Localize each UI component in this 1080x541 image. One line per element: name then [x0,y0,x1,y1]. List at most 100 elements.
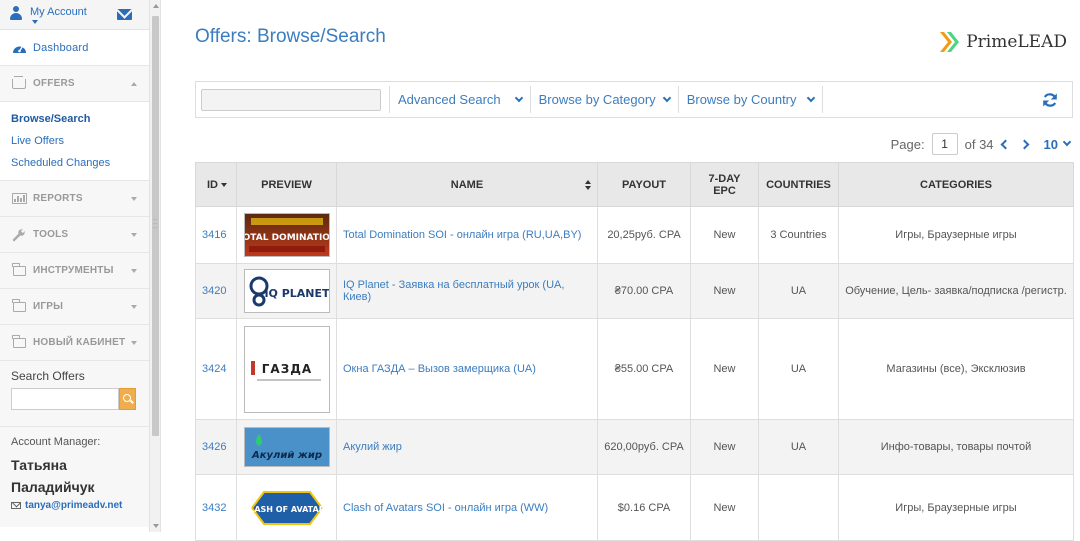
offer-name-link[interactable]: Clash of Avatars SOI - онлайн игра (WW) [336,474,598,541]
offers-submenu: Browse/Search Live Offers Scheduled Chan… [0,102,149,181]
refresh-icon[interactable] [1042,92,1058,108]
offer-name-link[interactable]: Акулий жир [336,419,598,475]
manager-first-name: Татьяна [11,457,67,473]
offer-id-link[interactable]: 3424 [195,318,237,420]
offer-payout: 620,00руб. CPA [597,419,691,475]
sidebar: My Account Dashboard OFFERS Browse/Searc… [0,0,150,532]
my-account-label: My Account [30,6,87,18]
sidebar-item-label: TOOLS [33,229,69,240]
offer-epc: New [690,206,759,264]
sidebar-item-instruments[interactable]: ИНСТРУМЕНТЫ [0,253,149,289]
offer-id-link[interactable]: 3432 [195,474,237,541]
sidebar-item-label: Dashboard [33,41,89,54]
per-page-value: 10 [1043,136,1058,152]
envelope-icon[interactable] [117,9,132,20]
dashboard-icon [11,41,27,55]
sidebar-item-games[interactable]: ИГРЫ [0,289,149,325]
offer-name-link[interactable]: Окна ГАЗДА – Вызов замерщика (UA) [336,318,598,420]
chevron-down-icon [131,305,137,309]
sidebar-scrollbar[interactable] [150,0,161,532]
offer-name-link[interactable]: IQ Planet - Заявка на бесплатный урок (U… [336,263,598,319]
preview-text: TOTAL DOMINATION [245,233,329,243]
advanced-search-label: Advanced Search [398,92,501,107]
scroll-down-icon[interactable] [153,524,159,528]
search-icon[interactable] [119,388,136,410]
advanced-search-dropdown[interactable]: Advanced Search [398,92,523,107]
offer-epc: New [690,318,759,420]
column-header-countries[interactable]: COUNTRIES [758,162,839,207]
offer-categories: Инфо-товары, товары почтой [838,419,1074,475]
offer-search-input[interactable] [201,88,381,111]
sidebar-item-dashboard[interactable]: Dashboard [0,30,149,66]
sort-icon [585,180,591,190]
next-page-icon[interactable] [1019,139,1029,149]
prev-page-icon[interactable] [1000,139,1010,149]
page-label: Page: [890,136,925,152]
chevron-down-icon [131,269,137,273]
divider [529,86,531,113]
account-manager-block: Account Manager: Татьяна Паладийчук tany… [0,427,149,527]
table-row: 3420 IQ PLANET IQ Planet - Заявка на бес… [195,263,1074,319]
brand-logo: PrimeLEAD [938,30,1067,54]
column-header-name[interactable]: NAME [336,162,598,207]
offer-id-link[interactable]: 3420 [195,263,237,319]
folder-icon [11,298,27,314]
column-header-payout[interactable]: PAYOUT [597,162,691,207]
preview-text: ГАЗДА [261,362,311,376]
sidebar-item-reports[interactable]: REPORTS [0,181,149,217]
table-row: 3416 TOTAL DOMINATION Total Domination S… [195,206,1074,264]
scroll-up-icon[interactable] [153,4,159,8]
page-count: of 34 [964,136,994,152]
chevron-up-icon [131,82,137,86]
per-page-select[interactable]: 10 [1043,136,1072,152]
offer-preview-image[interactable]: ГАЗДА [243,325,330,413]
sidebar-item-tools[interactable]: TOOLS [0,217,149,253]
offer-name-link[interactable]: Total Domination SOI - онлайн игра (RU,U… [336,206,598,264]
sidebar-subitem-live-offers[interactable]: Live Offers [11,130,149,152]
sidebar-item-label: НОВЫЙ КАБИНЕТ [33,337,126,348]
preview-text: IQ PLANET [264,287,329,300]
sidebar-subitem-browse-search[interactable]: Browse/Search [11,108,149,130]
offer-categories: Игры, Браузерные игры [838,474,1074,541]
offers-table: ID PREVIEW NAME PAYOUT 7-DAY EPC COUNTRIE… [195,162,1074,541]
chevron-down-icon [662,93,671,102]
offer-payout: $0.16 CPA [597,474,691,541]
wrench-icon [11,228,27,242]
offer-countries: UA [758,419,839,475]
search-offers-input[interactable] [11,388,119,410]
sidebar-item-label: ИГРЫ [33,301,64,312]
pagination: Page: 1 of 34 10 [890,133,1072,155]
my-account-menu[interactable]: My Account [10,4,87,24]
offer-preview-image[interactable]: TOTAL DOMINATION [243,213,330,257]
offer-preview-image[interactable]: IQ PLANET [243,269,330,313]
column-header-id[interactable]: ID [195,162,237,207]
column-header-preview: PREVIEW [236,162,337,207]
caret-down-icon [32,20,38,24]
logo-chevrons-icon [940,32,960,52]
page-title: Offers: Browse/Search [195,26,386,47]
browse-by-category-dropdown[interactable]: Browse by Category [539,92,671,107]
sidebar-subitem-scheduled-changes[interactable]: Scheduled Changes [11,152,149,174]
bar-chart-icon [11,192,27,206]
table-row: 3426 Акулий жир Акулий жир 620,00руб. CP… [195,419,1074,475]
offer-preview-image[interactable]: CLASH OF AVATARS [243,483,330,532]
sidebar-collapse-handle[interactable]: – – – [151,216,159,232]
offer-epc: New [690,474,759,541]
offer-id-link[interactable]: 3416 [195,206,237,264]
offer-id-link[interactable]: 3426 [195,419,237,475]
browse-by-country-dropdown[interactable]: Browse by Country [687,92,815,107]
chevron-down-icon [131,341,137,345]
offer-epc: New [690,419,759,475]
sort-desc-icon [221,182,227,187]
chevron-down-icon [131,197,137,201]
preview-cell: Акулий жир [236,419,337,475]
column-header-categories[interactable]: CATEGORIES [838,162,1074,207]
page-number-input[interactable]: 1 [931,133,958,155]
column-header-epc[interactable]: 7-DAY EPC [690,162,759,207]
chevron-down-icon [806,93,815,102]
sidebar-item-offers[interactable]: OFFERS [0,66,149,102]
sidebar-item-new-cabinet[interactable]: НОВЫЙ КАБИНЕТ [0,325,149,361]
offer-preview-image[interactable]: Акулий жир [243,427,330,467]
account-manager-title: Account Manager: [11,436,101,448]
manager-email-link[interactable]: tanya@primeadv.net [11,500,138,511]
